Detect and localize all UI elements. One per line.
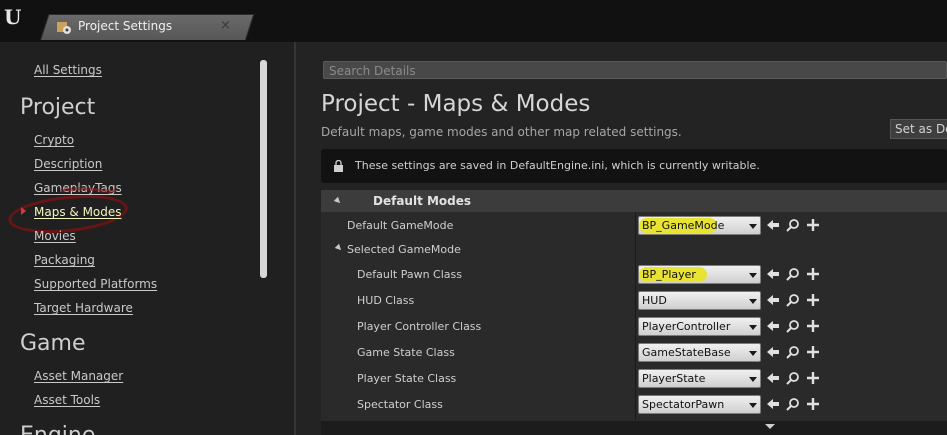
use-selected-arrow-icon[interactable] — [766, 218, 780, 232]
settings-gear-icon — [57, 22, 71, 34]
lock-icon — [334, 160, 343, 172]
notice-text: These settings are saved in DefaultEngin… — [355, 159, 760, 172]
browse-search-icon[interactable] — [786, 319, 800, 333]
config-notice-bar: These settings are saved in DefaultEngin… — [321, 149, 947, 183]
player-state-class-value: PlayerState — [642, 372, 706, 385]
add-plus-icon[interactable] — [806, 371, 820, 385]
browse-search-icon[interactable] — [786, 267, 800, 281]
spectator-class-value: SpectatorPawn — [642, 398, 725, 411]
spectator-class-combo[interactable]: SpectatorPawn — [638, 395, 761, 414]
tab-content: Project Settings × — [56, 14, 241, 40]
active-item-arrow-icon — [21, 207, 26, 215]
sidebar-item-asset-tools[interactable]: Asset Tools — [34, 393, 100, 407]
tab-title: Project Settings — [78, 19, 173, 33]
player-state-class-label: Player State Class — [357, 372, 457, 385]
search-details-input[interactable]: Search Details — [323, 61, 947, 79]
sidebar-item-description[interactable]: Description — [34, 157, 102, 171]
default-pawn-class-label: Default Pawn Class — [357, 268, 462, 281]
default-pawn-class-value: BP_Player — [642, 268, 696, 281]
use-selected-arrow-icon[interactable] — [766, 267, 780, 281]
default-gamemode-label: Default GameMode — [347, 219, 454, 232]
all-settings-link[interactable]: All Settings — [34, 63, 102, 77]
player-state-class-combo[interactable]: PlayerState — [638, 369, 761, 388]
hud-class-label: HUD Class — [357, 294, 415, 307]
game-state-class-label: Game State Class — [357, 346, 455, 359]
category-label: Default Modes — [373, 194, 472, 208]
default-pawn-class-combo[interactable]: BP_Player — [638, 265, 761, 284]
default-gamemode-value: BP_GameMode — [642, 219, 725, 232]
use-selected-arrow-icon[interactable] — [766, 293, 780, 307]
red-annotation-scribble — [59, 187, 116, 193]
add-plus-icon[interactable] — [806, 397, 820, 411]
use-selected-arrow-icon[interactable] — [766, 319, 780, 333]
game-state-class-value: GameStateBase — [642, 346, 731, 359]
chevron-down-icon — [749, 377, 757, 382]
page-description: Default maps, game modes and other map r… — [321, 125, 682, 139]
scroll-down-icon[interactable] — [765, 424, 775, 429]
selected-gamemode-label: Selected GameMode — [347, 243, 461, 256]
sidebar-scrollbar[interactable] — [260, 60, 267, 278]
add-plus-icon[interactable] — [806, 293, 820, 307]
table-footer — [321, 421, 947, 435]
default-gamemode-combo[interactable]: BP_GameMode — [638, 216, 761, 235]
add-plus-icon[interactable] — [806, 218, 820, 232]
chevron-down-icon — [749, 299, 757, 304]
use-selected-arrow-icon[interactable] — [766, 345, 780, 359]
page-title: Project - Maps & Modes — [321, 91, 591, 117]
chevron-down-icon — [749, 403, 757, 408]
sidebar-item-movies[interactable]: Movies — [34, 229, 76, 243]
use-selected-arrow-icon[interactable] — [766, 397, 780, 411]
hud-class-combo[interactable]: HUD — [638, 291, 761, 310]
browse-search-icon[interactable] — [786, 397, 800, 411]
close-tab-icon[interactable]: × — [220, 18, 231, 33]
collapse-arrow-icon[interactable] — [333, 196, 343, 206]
sidebar-item-maps-modes[interactable]: Maps & Modes — [34, 205, 122, 219]
game-state-class-combo[interactable]: GameStateBase — [638, 343, 761, 362]
add-plus-icon[interactable] — [806, 319, 820, 333]
sidebar-item-supported-platforms[interactable]: Supported Platforms — [34, 277, 157, 291]
chevron-down-icon — [749, 325, 757, 330]
hud-class-value: HUD — [642, 294, 667, 307]
spectator-class-label: Spectator Class — [357, 398, 443, 411]
player-controller-class-value: PlayerController — [642, 320, 731, 333]
sidebar-item-packaging[interactable]: Packaging — [34, 253, 95, 267]
add-plus-icon[interactable] — [806, 345, 820, 359]
column-divider[interactable] — [635, 212, 636, 420]
section-project: Project — [20, 95, 96, 120]
player-controller-class-label: Player Controller Class — [357, 320, 482, 333]
sidebar-item-target-hardware[interactable]: Target Hardware — [34, 301, 133, 315]
section-game: Game — [20, 331, 86, 356]
category-header-default-modes[interactable]: Default Modes — [321, 190, 947, 212]
chevron-down-icon — [749, 273, 757, 278]
section-engine: Engine — [20, 423, 95, 435]
browse-search-icon[interactable] — [786, 345, 800, 359]
chevron-down-icon — [749, 224, 757, 229]
set-as-default-button[interactable]: Set as Default — [890, 119, 947, 139]
unreal-logo-icon[interactable]: U — [4, 6, 26, 28]
player-controller-class-combo[interactable]: PlayerController — [638, 317, 761, 336]
search-placeholder: Search Details — [329, 64, 416, 78]
sidebar-item-crypto[interactable]: Crypto — [34, 133, 74, 147]
sidebar-item-asset-manager[interactable]: Asset Manager — [34, 369, 123, 383]
browse-search-icon[interactable] — [786, 371, 800, 385]
browse-search-icon[interactable] — [786, 293, 800, 307]
chevron-down-icon — [749, 351, 757, 356]
use-selected-arrow-icon[interactable] — [766, 371, 780, 385]
add-plus-icon[interactable] — [806, 267, 820, 281]
browse-search-icon[interactable] — [786, 218, 800, 232]
